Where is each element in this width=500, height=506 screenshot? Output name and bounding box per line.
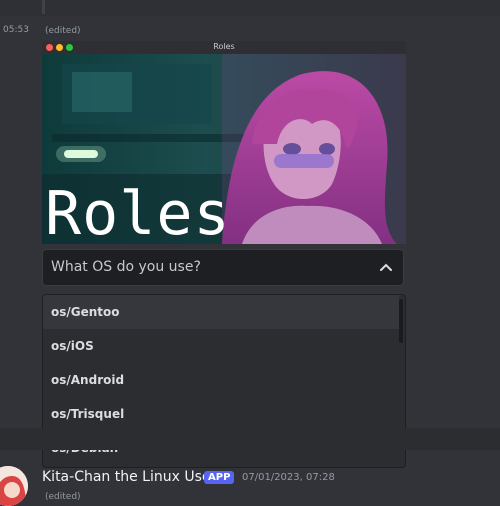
option-os-gentoo[interactable]: os/Gentoo (43, 295, 399, 329)
message-timestamp: 05:53 (3, 25, 29, 35)
author-name[interactable]: Kita-Chan the Linux User (42, 469, 216, 485)
message-timestamp: 07/01/2023, 07:28 (242, 472, 335, 483)
option-label: os/iOS (51, 339, 94, 353)
option-label: os/Android (51, 373, 125, 387)
window-titlebar: Roles (42, 41, 406, 54)
chevron-up-icon[interactable] (379, 262, 393, 272)
app-badge: APP (204, 471, 235, 484)
message-separator (0, 428, 500, 450)
edited-label: (edited) (45, 492, 81, 502)
option-label: os/Trisquel (51, 407, 125, 421)
embed-image[interactable]: Roles Roles (42, 41, 406, 244)
edited-label: (edited) (45, 26, 81, 36)
avatar[interactable] (0, 466, 28, 506)
option-label: os/Gentoo (51, 305, 120, 319)
os-select-menu[interactable]: What OS do you use? (42, 249, 404, 286)
option-os-android[interactable]: os/Android (43, 363, 399, 397)
option-os-ios[interactable]: os/iOS (43, 329, 399, 363)
select-placeholder: What OS do you use? (51, 259, 201, 275)
previous-embed-edge (42, 0, 500, 14)
anime-girl-artwork: Roles (42, 54, 406, 244)
window-title: Roles (213, 42, 235, 51)
banner-title: Roles (45, 179, 231, 244)
dropdown-scrollbar[interactable] (399, 299, 403, 343)
option-os-trisquel[interactable]: os/Trisquel (43, 397, 399, 431)
